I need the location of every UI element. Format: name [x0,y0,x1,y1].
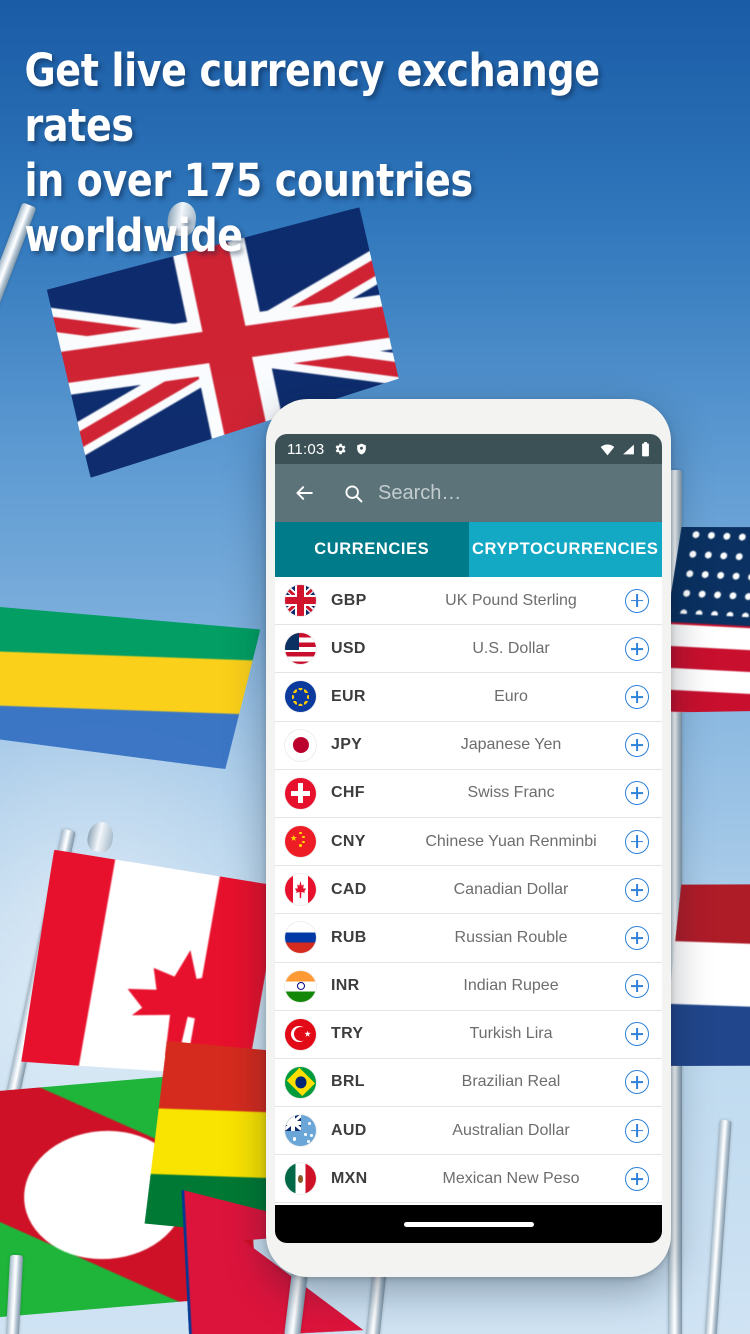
table-row[interactable]: INR Indian Rupee [275,963,662,1011]
currency-list[interactable]: GBP UK Pound Sterling USD U.S. Dollar EU… [275,577,662,1205]
search-icon [345,484,363,502]
currency-name: Russian Rouble [454,928,568,946]
flag-mx-icon [285,1163,316,1195]
flag-ch-icon [285,777,316,809]
tab-currencies[interactable]: CURRENCIES [275,522,469,577]
currency-name: Australian Dollar [452,1121,570,1139]
flag-br-icon [285,1066,316,1098]
currency-name: U.S. Dollar [472,639,550,657]
add-currency-button[interactable] [625,636,649,661]
flag-ca-icon [285,874,316,906]
currency-code: CNY [331,832,366,850]
table-row[interactable]: RUB Russian Rouble [275,914,662,963]
gear-icon [336,443,346,455]
add-currency-button[interactable] [625,1166,649,1191]
add-currency-button[interactable] [625,733,649,758]
currency-name: Turkish Lira [469,1025,553,1043]
currency-code: BRL [331,1073,365,1091]
add-currency-button[interactable] [625,588,649,613]
currency-name: Chinese Yuan Renminbi [425,832,597,850]
flagpole [0,202,37,656]
currency-code: USD [331,639,366,657]
table-row[interactable]: GBP UK Pound Sterling [275,577,662,626]
table-row[interactable]: EUR Euro [275,673,662,722]
status-bar-clock: 11:03 [287,440,325,458]
currency-code: AUD [331,1121,367,1139]
background-flag-gabon [0,595,264,769]
currency-name: Indian Rupee [463,977,559,995]
table-row[interactable]: AUD Australian Dollar [275,1107,662,1156]
currency-name: Canadian Dollar [453,880,569,898]
search-placeholder: Search… [378,481,462,504]
status-bar-system-icons [599,441,650,457]
tab-cryptocurrencies[interactable]: CRYPTOCURRENCIES [468,522,662,577]
add-currency-button[interactable] [625,1022,649,1047]
currency-code: TRY [331,1025,364,1043]
currency-name: Mexican New Peso [442,1169,580,1187]
add-currency-button[interactable] [625,781,649,806]
add-currency-button[interactable] [625,829,649,854]
flag-jp-icon [285,729,316,761]
table-row[interactable]: CNY Chinese Yuan Renminbi [275,818,662,867]
status-bar: 11:03 [275,434,662,464]
add-currency-button[interactable] [625,684,649,709]
flag-ru-icon [285,922,316,954]
currency-code: RUB [331,928,367,946]
add-currency-button[interactable] [625,1118,649,1143]
currency-code: CHF [331,784,365,802]
flag-gb-icon [285,585,316,617]
currency-name: Brazilian Real [461,1073,561,1091]
app-toolbar: Search… [275,464,662,522]
home-gesture-pill[interactable] [403,1221,534,1227]
currency-code: CAD [331,880,367,898]
table-row[interactable]: CAD Canadian Dollar [275,866,662,915]
flag-au-icon [285,1115,316,1147]
flag-in-icon [285,970,316,1002]
currency-name: Japanese Yen [460,736,562,754]
table-row[interactable]: MXN Mexican New Peso [275,1155,662,1204]
currency-code: MXN [331,1169,368,1187]
flagpole [704,1119,732,1334]
system-navigation-bar [275,1205,662,1243]
currency-name: UK Pound Sterling [445,591,577,609]
phone-screen: 11:03 Search… CURRENCIES CRYPTOCURRENCIE… [275,434,662,1243]
currency-code: GBP [331,591,367,609]
search-input[interactable]: Search… [343,482,648,505]
wifi-icon [600,443,615,455]
add-currency-button[interactable] [625,974,649,999]
shield-icon [357,443,367,455]
table-row[interactable]: CHF Swiss Franc [275,770,662,818]
currency-code: EUR [331,687,366,705]
headline-line-1: Get live currency exchange rates [24,44,600,152]
battery-icon [642,441,649,456]
tab-bar: CURRENCIES CRYPTOCURRENCIES [275,522,662,577]
flag-us-icon [285,633,316,665]
promo-headline: Get live currency exchange rates in over… [0,44,705,264]
signal-icon [623,444,634,454]
currency-name: Euro [494,687,528,705]
add-currency-button[interactable] [625,925,649,950]
add-currency-button[interactable] [625,1070,649,1095]
status-bar-notification-icons [333,442,368,456]
currency-code: INR [331,977,360,995]
currency-code: JPY [331,736,363,754]
table-row[interactable]: TRY Turkish Lira [275,1011,662,1059]
flag-cn-icon [285,826,316,858]
arrow-left-icon [295,486,313,500]
flag-tr-icon [285,1018,316,1050]
table-row[interactable]: USD U.S. Dollar [275,625,662,674]
currency-name: Swiss Franc [467,784,555,802]
add-currency-button[interactable] [625,877,649,902]
flag-eu-icon [285,681,316,713]
back-button[interactable] [289,478,319,508]
phone-mockup: 11:03 Search… CURRENCIES CRYPTOCURRENCIE… [266,399,671,1277]
table-row[interactable]: BRL Brazilian Real [275,1059,662,1108]
table-row[interactable]: JPY Japanese Yen [275,722,662,770]
headline-line-2: in over 175 countries worldwide [24,153,473,262]
